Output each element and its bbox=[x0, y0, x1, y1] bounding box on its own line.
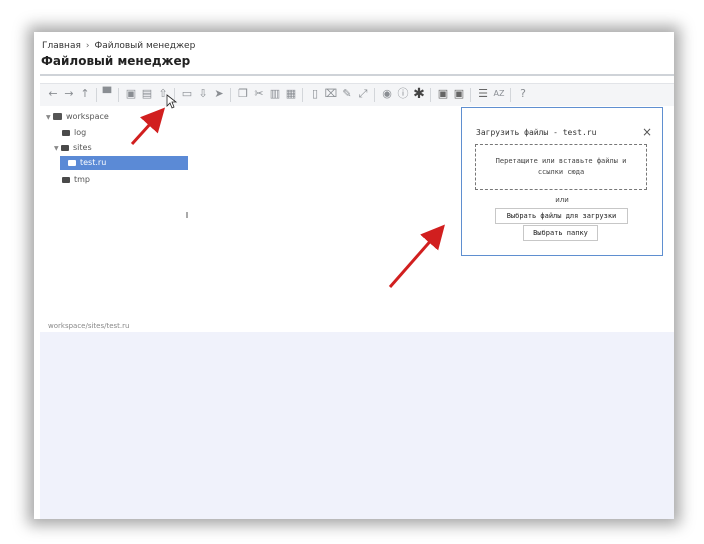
annotation-arrow-dialog bbox=[388, 224, 445, 288]
annotation-arrow-upload bbox=[130, 107, 166, 146]
annotation-arrows bbox=[130, 94, 445, 288]
cursor-icon bbox=[166, 94, 178, 109]
